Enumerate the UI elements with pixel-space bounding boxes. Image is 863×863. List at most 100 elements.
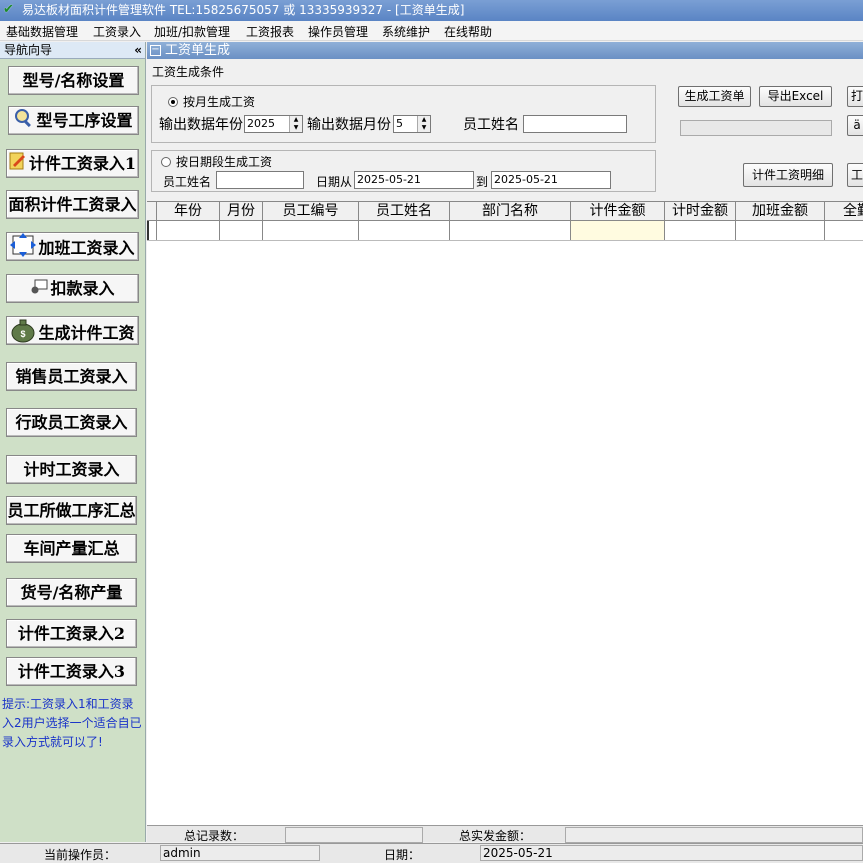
month-name-label: 员工姓名: [463, 117, 519, 133]
nav-sales-salary-entry[interactable]: 销售员工资录入: [6, 362, 137, 391]
total-records-value: [285, 827, 423, 843]
table-cell[interactable]: [450, 221, 571, 240]
nav-model-process-settings[interactable]: 型号工序设置: [8, 106, 139, 135]
date-label: 日期：: [384, 848, 421, 862]
nav-model-name-settings[interactable]: 型号/名称设置: [8, 66, 139, 95]
col-department[interactable]: 部门名称: [450, 202, 571, 220]
collapse-icon[interactable]: «: [134, 42, 142, 59]
total-records-label: 总记录数：: [184, 829, 245, 843]
date-to-input[interactable]: 2025-05-21: [491, 171, 611, 189]
conditions-legend: 工资生成条件: [152, 65, 225, 79]
app-checkmark-icon: ✔: [3, 2, 14, 17]
nav-label: 销售员工资录入: [15, 367, 128, 386]
nav-area-piecework-entry[interactable]: 面积计件工资录入: [6, 190, 139, 219]
nav-piecework-entry-3[interactable]: 计件工资录入3: [6, 657, 137, 686]
col-piecework-amount[interactable]: 计件金额: [571, 202, 665, 220]
nav-deduction-entry[interactable]: 扣款录入: [6, 274, 139, 303]
partial-right-button[interactable]: ä: [847, 115, 863, 136]
menu-online-help[interactable]: 在线帮助: [444, 23, 492, 40]
date-name-label: 员工姓名: [163, 175, 212, 189]
navigation-sidebar: 导航向导 « 型号/名称设置 型号工序设置 计件工资录入1 面积计件工资录入 加…: [0, 42, 146, 842]
screen-grab-icon: [30, 276, 48, 302]
col-employee-name[interactable]: 员工姓名: [359, 202, 450, 220]
svg-text:$: $: [21, 329, 26, 339]
nav-admin-salary-entry[interactable]: 行政员工资录入: [6, 408, 137, 437]
nav-hourly-salary-entry[interactable]: 计时工资录入: [6, 455, 137, 484]
nav-title: 导航向导: [4, 43, 53, 57]
month-value: 5: [396, 117, 403, 130]
nav-hint-text: 提示:工资录入1和工资录入2用户选择一个适合自已录入方式就可以了!: [2, 697, 142, 749]
operator-label: 当前操作员：: [44, 848, 117, 862]
nav-generate-piecework-salary[interactable]: $ 生成计件工资: [6, 316, 139, 345]
stepper-arrows-icon[interactable]: ▲ ▼: [289, 116, 302, 132]
row-indicator-header: [147, 202, 157, 220]
col-year[interactable]: 年份: [157, 202, 220, 220]
table-cell[interactable]: [157, 221, 220, 240]
radio-dot-icon: [161, 156, 171, 167]
panel-title: 工资单生成: [165, 43, 231, 58]
nav-piecework-entry-1[interactable]: 计件工资录入1: [6, 149, 139, 178]
nav-label: 型号工序设置: [36, 111, 133, 130]
table-cell[interactable]: [665, 221, 736, 240]
table-row[interactable]: [147, 221, 863, 241]
by-month-radio[interactable]: 按月生成工资: [168, 93, 255, 110]
nav-label: 货号/名称产量: [20, 583, 123, 602]
nav-label: 生成计件工资: [38, 323, 135, 343]
table-cell[interactable]: [736, 221, 825, 240]
table-cell[interactable]: [359, 221, 450, 240]
by-month-group: 按月生成工资 输出数据年份 2025 ▲ ▼ 输出数据月份 5 ▲ ▼ 员工姓名: [151, 85, 656, 143]
year-stepper[interactable]: 2025 ▲ ▼: [244, 115, 303, 133]
nav-piecework-entry-2[interactable]: 计件工资录入2: [6, 619, 137, 648]
col-overtime-amount[interactable]: 加班金额: [736, 202, 825, 220]
col-month[interactable]: 月份: [220, 202, 263, 220]
col-employee-id[interactable]: 员工编号: [263, 202, 359, 220]
salary-grid: 年份 月份 员工编号 员工姓名 部门名称 计件金额 计时金额 加班金额 全勤: [147, 201, 863, 825]
generate-salary-button[interactable]: 生成工资单: [678, 86, 751, 107]
nav-overtime-entry[interactable]: 加班工资录入: [6, 232, 139, 261]
piecework-detail-button[interactable]: 计件工资明细: [743, 163, 833, 187]
date-from-input[interactable]: 2025-05-21: [354, 171, 474, 189]
panel-header: − 工资单生成: [147, 42, 863, 59]
col-full-attendance[interactable]: 全勤: [825, 202, 863, 220]
nav-label: 型号/名称设置: [22, 71, 125, 90]
print-button[interactable]: 打: [847, 86, 863, 107]
nav-label: 行政员工资录入: [15, 413, 128, 432]
table-cell[interactable]: [220, 221, 263, 240]
by-date-group: 按日期段生成工资 员工姓名 日期从 2025-05-21 到 2025-05-2…: [151, 150, 656, 192]
nav-workshop-output-summary[interactable]: 车间产量汇总: [6, 534, 137, 563]
progress-bar: [680, 120, 832, 136]
month-stepper[interactable]: 5 ▲ ▼: [393, 115, 431, 133]
nav-item-name-output[interactable]: 货号/名称产量: [6, 578, 137, 607]
export-excel-button[interactable]: 导出Excel: [759, 86, 832, 107]
menu-salary-reports[interactable]: 工资报表: [246, 23, 294, 40]
salary-generation-panel: − 工资单生成 工资生成条件 按月生成工资 输出数据年份 2025 ▲ ▼ 输出数…: [147, 42, 863, 843]
nav-label: 扣款录入: [50, 279, 115, 298]
table-cell[interactable]: [825, 221, 863, 240]
stepper-arrows-icon[interactable]: ▲ ▼: [417, 116, 430, 132]
col-hourly-amount[interactable]: 计时金额: [665, 202, 736, 220]
menu-salary-entry[interactable]: 工资录入: [93, 23, 141, 40]
collapse-panel-icon[interactable]: −: [150, 45, 161, 56]
by-month-label: 按月生成工资: [183, 95, 256, 109]
year-label: 输出数据年份: [159, 117, 243, 133]
nav-label: 加班工资录入: [38, 238, 135, 258]
menu-basic-data[interactable]: 基础数据管理: [6, 23, 78, 40]
menu-system-maintenance[interactable]: 系统维护: [382, 23, 430, 40]
menu-operator-management[interactable]: 操作员管理: [308, 23, 368, 40]
year-value: 2025: [247, 117, 275, 130]
total-paid-label: 总实发金额：: [459, 829, 532, 843]
edit-form-icon: [9, 151, 27, 177]
date-employee-name-input[interactable]: [216, 171, 304, 189]
radio-dot-icon: [168, 96, 178, 107]
nav-label: 车间产量汇总: [23, 539, 120, 558]
partial-right-button-2[interactable]: 工: [847, 163, 863, 187]
nav-employee-process-summary[interactable]: 员工所做工序汇总: [6, 496, 137, 525]
by-date-radio[interactable]: 按日期段生成工资: [161, 153, 272, 170]
table-cell[interactable]: [263, 221, 359, 240]
table-cell-selected[interactable]: [571, 221, 665, 240]
grid-header: 年份 月份 员工编号 员工姓名 部门名称 计件金额 计时金额 加班金额 全勤: [147, 202, 863, 221]
menu-overtime-deduction[interactable]: 加班/扣款管理: [154, 23, 230, 40]
window-titlebar: ✔ 易达板材面积计件管理软件 TEL:15825675057 或 1333593…: [0, 0, 863, 21]
operator-value: admin: [160, 845, 320, 861]
month-employee-name-input[interactable]: [523, 115, 627, 133]
